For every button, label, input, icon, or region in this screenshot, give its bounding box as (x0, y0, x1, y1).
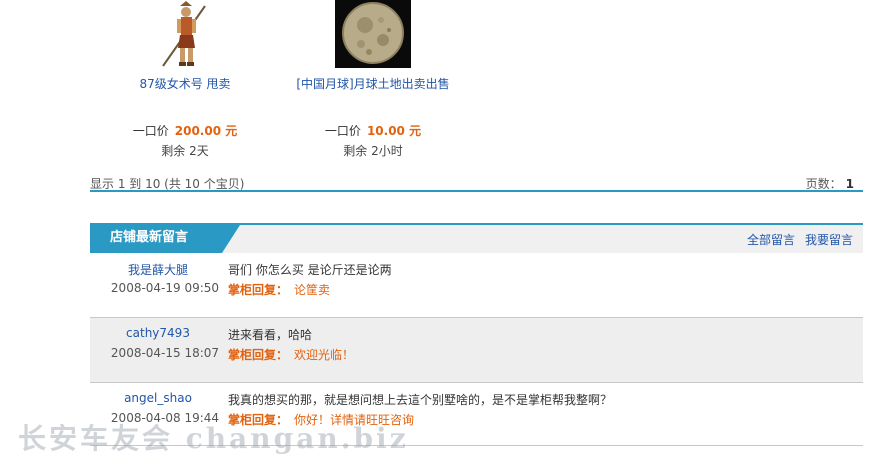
message-reply: 掌柜回复： 欢迎光临！ (228, 346, 354, 363)
product-image-warrior[interactable] (153, 0, 217, 68)
reply-label: 掌柜回复： (228, 283, 289, 297)
product-remaining: 剩余 2天 (85, 142, 285, 159)
product-card: [中国月球]月球土地出卖出售 一口价 10.00 元 剩余 2小时 (273, 0, 473, 159)
messages-header: 店铺最新留言 全部留言 我要留言 (90, 223, 863, 253)
product-price: 一口价 10.00 元 (273, 122, 473, 139)
price-value: 10.00 元 (366, 124, 422, 138)
message-reply: 掌柜回复： 论筐卖 (228, 281, 330, 298)
all-messages-link[interactable]: 全部留言 (747, 233, 795, 247)
pager: 显示 1 到 10 (共 10 个宝贝) 页数： 1 (90, 172, 862, 191)
product-name-link[interactable]: [中国月球]月球土地出卖出售 (273, 75, 473, 92)
price-value: 200.00 元 (174, 124, 238, 138)
moon-icon (335, 0, 411, 68)
message-text: 进来看看，哈哈 (228, 328, 313, 342)
reply-label: 掌柜回复： (228, 348, 289, 362)
message-date: 2008-04-15 18:07 (110, 346, 220, 360)
product-image-moon[interactable] (335, 0, 411, 68)
message-text: 我真的想买的那，就是想问想上去這个别墅啥的，是不是掌柜帮我整啊？ (228, 393, 613, 407)
price-label: 一口价 (324, 124, 361, 138)
page-number-link[interactable]: 1 (846, 177, 854, 191)
product-card: 87级女术号 甩卖 一口价 200.00 元 剩余 2天 (85, 0, 285, 159)
message-user-link[interactable]: 我是薛大腿 (90, 261, 226, 278)
post-message-link[interactable]: 我要留言 (805, 233, 853, 247)
divider (90, 190, 863, 192)
remain-value: 2天 (189, 144, 209, 158)
product-remaining: 剩余 2小时 (273, 142, 473, 159)
product-price: 一口价 200.00 元 (85, 122, 285, 139)
message-user-link[interactable]: angel_shao (90, 391, 226, 405)
message-date: 2008-04-19 09:50 (110, 281, 220, 295)
product-name-link[interactable]: 87级女术号 甩卖 (85, 75, 285, 92)
warrior-character-icon (153, 0, 217, 68)
reply-text: 欢迎光临！ (294, 348, 355, 362)
remain-label: 剩余 (343, 144, 368, 158)
messages-title: 店铺最新留言 (90, 225, 240, 253)
messages-links: 全部留言 我要留言 (737, 231, 853, 248)
watermark: 长安车友会 changan.biz (18, 422, 409, 455)
remain-label: 剩余 (161, 144, 186, 158)
price-label: 一口价 (132, 124, 169, 138)
message-item: cathy7493 2008-04-15 18:07 进来看看，哈哈 掌柜回复：… (90, 317, 863, 383)
message-item: 我是薛大腿 2008-04-19 09:50 哥们 你怎么买 是论斤还是论两 掌… (90, 253, 863, 317)
reply-text: 论筐卖 (294, 283, 331, 297)
message-text: 哥们 你怎么买 是论斤还是论两 (228, 263, 392, 277)
message-user-link[interactable]: cathy7493 (90, 326, 226, 340)
remain-value: 2小时 (371, 144, 403, 158)
pages-label: 页数： (805, 177, 842, 191)
